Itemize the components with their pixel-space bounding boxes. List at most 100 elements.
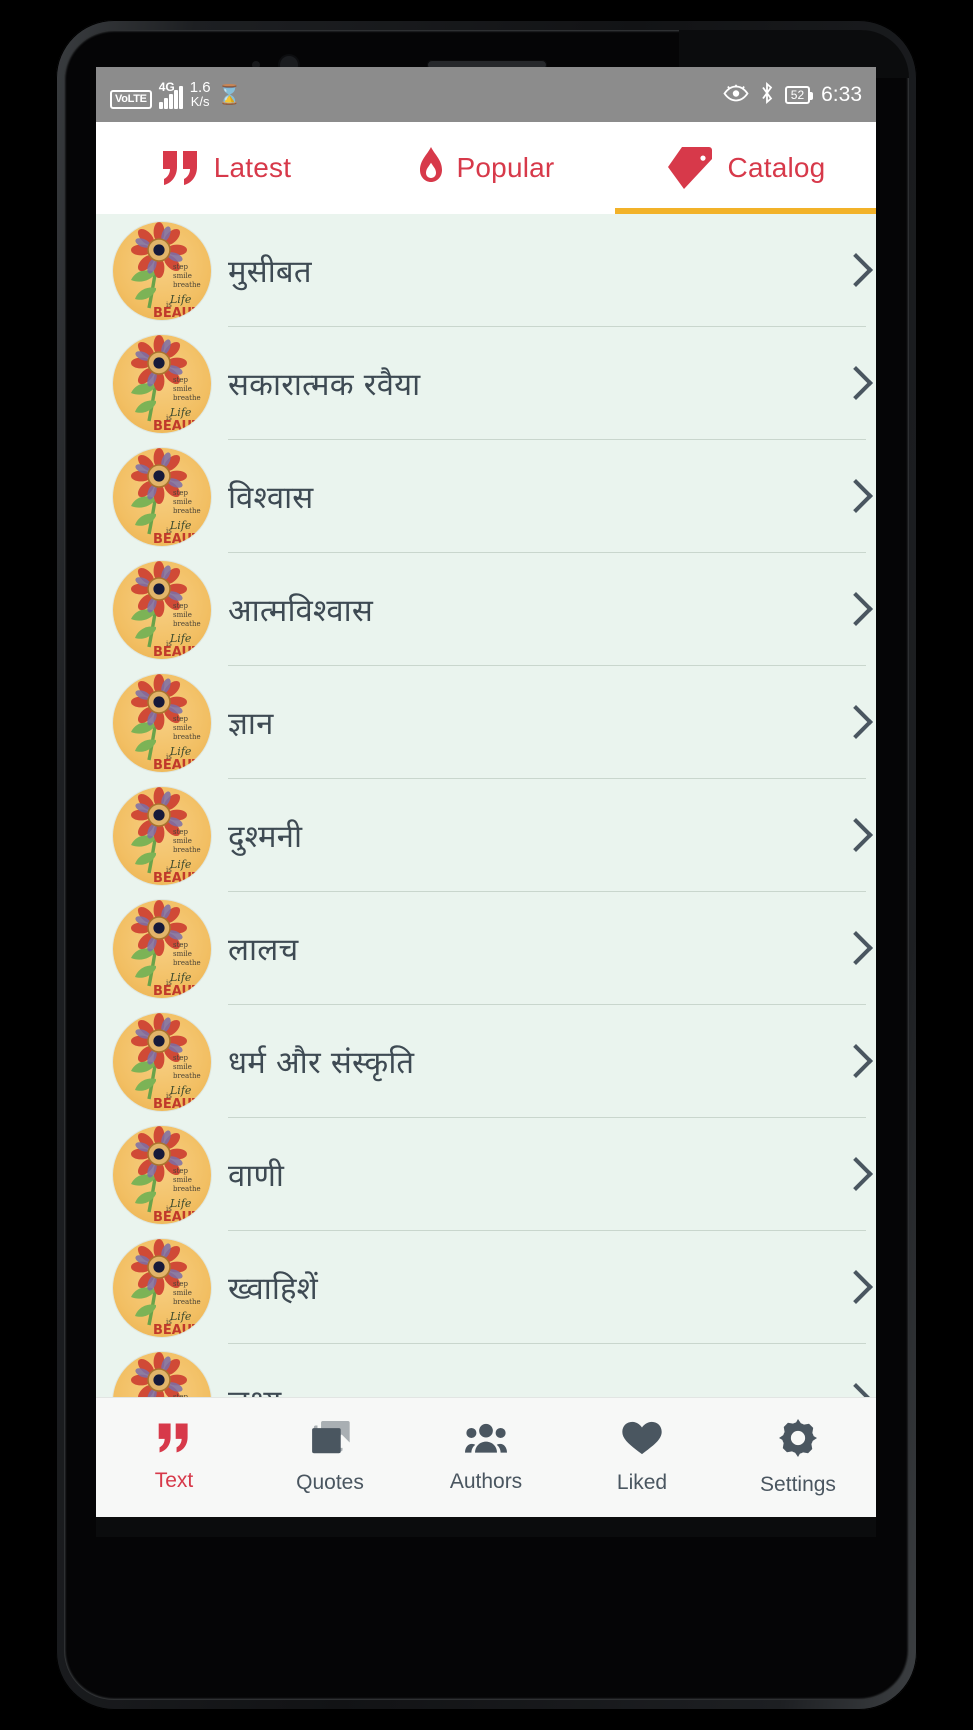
svg-text:BEAUTIFUL: BEAUTIFUL <box>153 532 211 546</box>
catalog-list-item[interactable]: step smile breathe Life is BEAUTIFUL मुस… <box>96 214 876 327</box>
phone-device: VoLTE 4G 1.6 K/s ⌛ 52 6:33 Latest Popula… <box>56 20 917 1710</box>
nav-item-authors-label: Authors <box>449 1469 523 1493</box>
svg-text:smile: smile <box>173 1289 192 1297</box>
svg-text:BEAUTIFUL: BEAUTIFUL <box>153 306 211 320</box>
svg-text:breathe: breathe <box>173 620 201 628</box>
status-bar: VoLTE 4G 1.6 K/s ⌛ 52 6:33 <box>96 67 876 122</box>
gear-icon <box>779 1418 817 1462</box>
flower-avatar: step smile breathe Life is BEAUTIFUL <box>113 447 211 546</box>
catalog-item-body: सकारात्मक रवैया <box>228 327 876 440</box>
flower-avatar: step smile breathe Life is BEAUTIFUL <box>113 1238 211 1337</box>
catalog-list-item[interactable]: step smile breathe Life is BEAUTIFUL ज्ञ… <box>96 666 876 779</box>
tab-bar: Latest Popular Catalog <box>96 122 876 214</box>
tab-popular[interactable]: Popular <box>356 122 616 214</box>
network-speed-unit: K/s <box>190 94 210 110</box>
tab-latest[interactable]: Latest <box>96 122 356 214</box>
catalog-list-item[interactable]: step smile breathe Life is BEAUTIFUL विश… <box>96 440 876 553</box>
catalog-item-title: लालच <box>228 931 299 968</box>
chevron-right-icon[interactable] <box>842 365 864 403</box>
catalog-list-item[interactable]: step smile breathe Life is BEAUTIFUL ख्व… <box>96 1231 876 1344</box>
flower-avatar-art: step smile breathe Life is BEAUTIFUL <box>131 334 211 433</box>
eye-icon <box>723 84 749 106</box>
flower-avatar: step smile breathe Life is BEAUTIFUL <box>113 334 211 433</box>
svg-text:step: step <box>173 1054 189 1062</box>
tab-latest-label: Latest <box>213 152 292 183</box>
catalog-list-item[interactable]: step smile breathe Life is BEAUTIFUL लक्… <box>96 1344 876 1397</box>
svg-text:smile: smile <box>173 272 192 280</box>
svg-text:step: step <box>173 1280 189 1288</box>
svg-text:step: step <box>173 376 189 384</box>
svg-text:breathe: breathe <box>173 846 201 854</box>
nav-item-settings[interactable]: Settings <box>720 1398 876 1517</box>
chevron-right-icon[interactable] <box>842 1269 864 1307</box>
catalog-list-item[interactable]: step smile breathe Life is BEAUTIFUL दुश… <box>96 779 876 892</box>
flower-avatar-art: step smile breathe Life is BEAUTIFUL <box>131 1238 211 1337</box>
network-speed: 1.6 K/s <box>189 78 211 110</box>
chevron-right-icon[interactable] <box>842 704 864 742</box>
chevron-right-icon[interactable] <box>842 1382 864 1398</box>
svg-text:breathe: breathe <box>173 394 201 402</box>
svg-text:step: step <box>173 263 189 271</box>
svg-text:Life: Life <box>169 858 192 871</box>
chevron-right-icon[interactable] <box>842 591 864 629</box>
battery-percent: 52 <box>790 87 805 102</box>
svg-text:step: step <box>173 941 189 949</box>
catalog-list-item[interactable]: step smile breathe Life is BEAUTIFUL आत्… <box>96 553 876 666</box>
flame-icon <box>418 147 444 189</box>
chevron-right-icon[interactable] <box>842 478 864 516</box>
svg-text:Life: Life <box>169 406 192 419</box>
catalog-list[interactable]: step smile breathe Life is BEAUTIFUL मुस… <box>96 214 876 1397</box>
chevron-right-icon[interactable] <box>842 930 864 968</box>
nav-item-liked-label: Liked <box>616 1470 668 1494</box>
nav-item-text[interactable]: Text <box>96 1398 252 1517</box>
chevron-right-icon[interactable] <box>842 817 864 855</box>
catalog-item-title: सकारात्मक रवैया <box>228 366 421 403</box>
catalog-item-body: ख्वाहिशें <box>228 1231 876 1344</box>
svg-text:step: step <box>173 1393 189 1398</box>
svg-text:smile: smile <box>173 385 192 393</box>
svg-text:smile: smile <box>173 1176 192 1184</box>
phone-screen: VoLTE 4G 1.6 K/s ⌛ 52 6:33 Latest Popula… <box>96 67 876 1517</box>
svg-text:Life: Life <box>169 293 192 306</box>
chevron-right-icon[interactable] <box>842 1156 864 1194</box>
flower-avatar-art: step smile breathe Life is BEAUTIFUL <box>131 1012 211 1111</box>
tab-catalog[interactable]: Catalog <box>616 122 876 214</box>
flower-avatar: step smile breathe Life is BEAUTIFUL <box>113 899 211 998</box>
svg-text:BEAUTIFUL: BEAUTIFUL <box>153 758 211 772</box>
nav-item-quotes-label: Quotes <box>296 1470 364 1494</box>
flower-avatar-art: step smile breathe Life is BEAUTIFUL <box>131 899 211 998</box>
svg-text:BEAUTIFUL: BEAUTIFUL <box>153 419 211 433</box>
network-speed-value: 1.6 <box>189 78 211 96</box>
catalog-list-item[interactable]: step smile breathe Life is BEAUTIFUL लाल… <box>96 892 876 1005</box>
svg-text:smile: smile <box>173 724 192 732</box>
svg-text:breathe: breathe <box>173 1185 201 1193</box>
svg-text:Life: Life <box>169 745 192 758</box>
nav-item-quotes[interactable]: Quotes <box>252 1398 408 1517</box>
flower-avatar-art: step smile breathe Life is BEAUTIFUL <box>131 786 211 885</box>
nav-item-liked[interactable]: Liked <box>564 1398 720 1517</box>
chevron-right-icon[interactable] <box>842 252 864 290</box>
flower-avatar-art: step smile breathe Life is BEAUTIFUL <box>131 447 211 546</box>
catalog-list-item[interactable]: step smile breathe Life is BEAUTIFUL धर्… <box>96 1005 876 1118</box>
chevron-right-icon[interactable] <box>842 1043 864 1081</box>
phone-bottom-bezel <box>96 1517 876 1537</box>
flower-avatar-art: step smile breathe Life is BEAUTIFUL <box>131 1351 189 1398</box>
catalog-item-body: लालच <box>228 892 876 1005</box>
catalog-list-item[interactable]: step smile breathe Life is BEAUTIFUL वाण… <box>96 1118 876 1231</box>
svg-text:step: step <box>173 715 189 723</box>
flower-avatar: step smile breathe Life is BEAUTIFUL <box>113 1351 211 1398</box>
svg-text:Life: Life <box>169 632 192 645</box>
heart-icon <box>622 1421 662 1460</box>
quote-icon <box>161 151 201 185</box>
hourglass-icon: ⌛ <box>217 85 242 107</box>
catalog-list-item[interactable]: step smile breathe Life is BEAUTIFUL सका… <box>96 327 876 440</box>
svg-text:Life: Life <box>169 971 192 984</box>
flower-avatar: step smile breathe Life is BEAUTIFUL <box>113 786 211 885</box>
flower-avatar-art: step smile breathe Life is BEAUTIFUL <box>131 1125 211 1224</box>
catalog-item-title: मुसीबत <box>228 253 312 290</box>
svg-text:BEAUTIFUL: BEAUTIFUL <box>153 871 211 885</box>
nav-item-text-label: Text <box>154 1468 194 1492</box>
svg-text:smile: smile <box>173 950 192 958</box>
quote-icon <box>157 1423 191 1458</box>
nav-item-authors[interactable]: Authors <box>408 1398 564 1517</box>
